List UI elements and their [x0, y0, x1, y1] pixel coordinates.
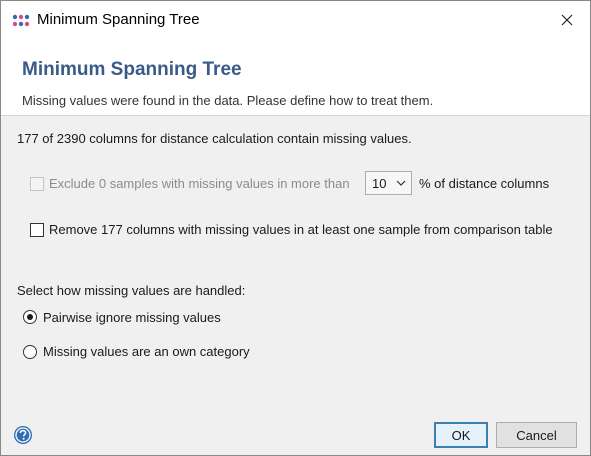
cancel-button[interactable]: Cancel [496, 422, 577, 448]
header-description: Missing values were found in the data. P… [22, 93, 434, 108]
title-bar[interactable]: Minimum Spanning Tree [1, 1, 590, 39]
missing-values-info: 177 of 2390 columns for distance calcula… [17, 131, 412, 146]
remove-columns-label: Remove 177 columns with missing values i… [49, 222, 553, 237]
ok-button[interactable]: OK [434, 422, 488, 448]
app-dots-icon [12, 14, 30, 27]
close-button[interactable] [544, 1, 590, 39]
header-title: Minimum Spanning Tree [22, 59, 242, 80]
window-title: Minimum Spanning Tree [37, 11, 200, 28]
radio-selected-dot [27, 314, 33, 320]
remove-columns-checkbox[interactable] [30, 223, 44, 237]
pairwise-ignore-radio[interactable] [23, 310, 37, 324]
missing-handling-heading: Select how missing values are handled: [17, 283, 246, 298]
percent-select[interactable]: 10 [365, 171, 412, 195]
exclude-samples-checkbox[interactable] [30, 177, 44, 191]
close-icon [561, 14, 573, 26]
percent-suffix-label: % of distance columns [419, 176, 550, 191]
chevron-down-icon [396, 180, 406, 186]
pairwise-ignore-label: Pairwise ignore missing values [43, 310, 221, 325]
dialog-header: Minimum Spanning Tree Missing values wer… [1, 39, 590, 116]
percent-select-value: 10 [372, 176, 387, 191]
own-category-label: Missing values are an own category [43, 344, 250, 359]
dialog-window: Minimum Spanning Tree Minimum Spanning T… [0, 0, 591, 456]
own-category-radio[interactable] [23, 345, 37, 359]
help-icon[interactable] [13, 425, 33, 445]
exclude-samples-label: Exclude 0 samples with missing values in… [49, 176, 350, 191]
